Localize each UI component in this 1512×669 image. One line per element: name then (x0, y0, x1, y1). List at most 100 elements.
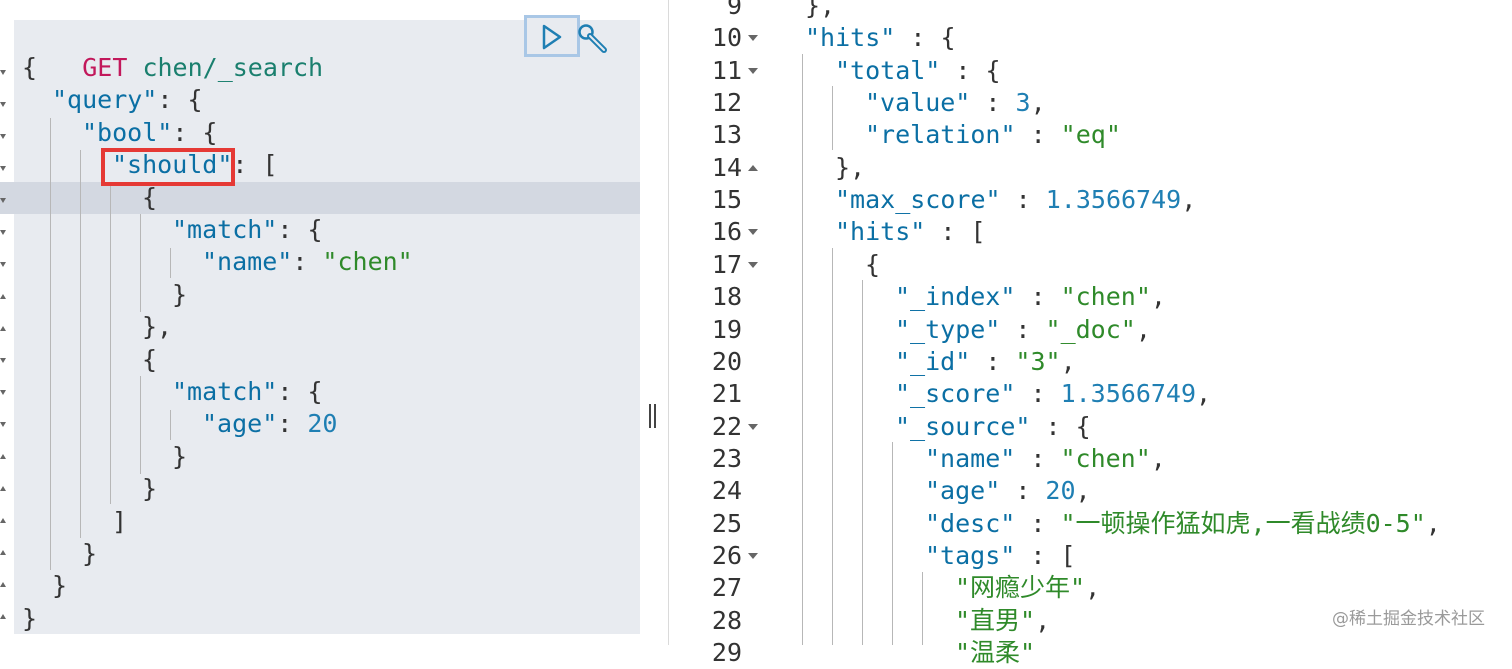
request-code-line[interactable]: { (142, 344, 157, 376)
response-code-line[interactable]: "value" : 3, (865, 87, 1046, 119)
response-code-line[interactable]: "desc" : "一顿操作猛如虎,一看战绩0-5", (925, 508, 1441, 540)
request-code-line[interactable]: } (82, 538, 97, 570)
request-code-line[interactable]: } (142, 473, 157, 505)
json-punctuation: , (1085, 573, 1101, 603)
fold-down-icon[interactable] (0, 70, 8, 76)
request-code-line[interactable]: }, (142, 311, 172, 343)
response-code-line[interactable]: "tags" : [ (925, 540, 1076, 572)
fold-up-icon[interactable] (0, 294, 8, 300)
json-string: "chen" (1060, 443, 1151, 473)
fold-down-icon[interactable] (0, 166, 8, 172)
fold-down-icon[interactable] (0, 358, 8, 364)
request-code-line[interactable]: { (142, 182, 157, 214)
json-punctuation: , (1135, 314, 1151, 344)
indent-guide (170, 410, 171, 440)
fold-up-icon[interactable] (0, 518, 8, 524)
fold-down-icon[interactable] (747, 423, 759, 431)
fold-down-icon[interactable] (0, 422, 8, 428)
response-code-line[interactable]: "age" : 20, (925, 475, 1091, 507)
line-number: 28 (711, 605, 742, 635)
json-punctuation: , (1035, 605, 1051, 635)
fold-up-icon[interactable] (747, 164, 759, 172)
response-code-line[interactable]: "_type" : "_doc", (895, 314, 1151, 346)
fold-up-icon[interactable] (0, 582, 8, 588)
response-code-line[interactable]: "max_score" : 1.3566749, (835, 184, 1196, 216)
fold-down-icon[interactable] (747, 228, 759, 236)
response-code-line[interactable]: "网瘾少年", (955, 572, 1100, 604)
json-number: 1.3566749 (1045, 185, 1182, 215)
json-key: "_id" (895, 346, 971, 376)
request-code-line[interactable]: "bool": { (82, 117, 217, 149)
request-code-line[interactable]: } (22, 603, 37, 635)
line-number: 29 (711, 638, 742, 667)
json-number: 20 (1045, 476, 1076, 506)
request-code-line[interactable]: "age": 20 (202, 408, 337, 440)
request-editor-panel[interactable]: GET chen/_search {"query": {"bool": {"sh… (0, 0, 668, 645)
json-key: "name" (925, 443, 1016, 473)
response-code-line[interactable]: "_id" : "3", (895, 346, 1076, 378)
response-code-line[interactable]: "_score" : 1.3566749, (895, 378, 1211, 410)
play-icon[interactable] (538, 22, 566, 52)
json-punctuation: { (865, 249, 881, 279)
response-code-line[interactable]: "relation" : "eq" (865, 119, 1121, 151)
json-key: "age" (925, 476, 1001, 506)
fold-down-icon[interactable] (0, 262, 8, 268)
request-code-line[interactable]: "match": { (172, 214, 323, 246)
json-punctuation: : { (895, 23, 956, 53)
response-code-line[interactable]: "hits" : { (805, 22, 956, 54)
request-code-line[interactable]: ] (112, 506, 127, 538)
response-code-line[interactable]: "直男", (955, 605, 1050, 637)
panel-resize-handle[interactable] (648, 404, 658, 428)
fold-down-icon[interactable] (747, 261, 759, 269)
fold-down-icon[interactable] (747, 552, 759, 560)
json-punctuation: } (52, 571, 68, 601)
fold-up-icon[interactable] (0, 614, 8, 620)
request-code-line[interactable]: } (172, 279, 187, 311)
request-code-line[interactable]: { (22, 52, 37, 84)
json-punctuation: }, (142, 312, 173, 342)
request-code-line[interactable]: "name": "chen" (202, 246, 413, 278)
response-code-line[interactable]: }, (805, 0, 835, 22)
json-punctuation: : [ (1015, 540, 1076, 570)
fold-up-icon[interactable] (0, 326, 8, 332)
json-punctuation: , (1075, 476, 1091, 506)
response-code-line[interactable]: }, (835, 152, 865, 184)
json-key: "max_score" (835, 185, 1001, 215)
fold-up-icon[interactable] (0, 486, 8, 492)
response-code-line[interactable]: { (865, 249, 880, 281)
response-code-line[interactable]: "温柔" (955, 637, 1035, 669)
fold-up-icon[interactable] (0, 550, 8, 556)
response-code-line[interactable]: "hits" : [ (835, 216, 986, 248)
request-code-line[interactable]: } (52, 570, 67, 602)
line-number: 23 (711, 443, 742, 473)
response-code-line[interactable]: "_index" : "chen", (895, 281, 1166, 313)
fold-down-icon[interactable] (0, 102, 8, 108)
json-punctuation: , (1196, 379, 1212, 409)
json-number: 20 (307, 409, 338, 439)
request-line[interactable]: GET chen/_search (22, 20, 323, 82)
request-code-line[interactable]: } (172, 441, 187, 473)
json-string: "温柔" (955, 638, 1036, 667)
fold-up-icon[interactable] (0, 454, 8, 460)
json-punctuation: , (1150, 443, 1166, 473)
fold-down-icon[interactable] (0, 390, 8, 396)
json-punctuation: : { (172, 117, 218, 147)
fold-down-icon[interactable] (0, 134, 8, 140)
line-number: 27 (711, 573, 742, 603)
fold-down-icon[interactable] (0, 230, 8, 236)
fold-down-icon[interactable] (747, 34, 759, 42)
response-code-line[interactable]: "total" : { (835, 55, 1001, 87)
fold-down-icon[interactable] (0, 198, 8, 204)
indent-guide (802, 54, 803, 645)
json-punctuation: , (1030, 88, 1046, 118)
wrench-icon[interactable] (576, 22, 610, 56)
json-punctuation: : { (1030, 411, 1091, 441)
fold-down-icon[interactable] (747, 67, 759, 75)
json-punctuation: : (1015, 379, 1061, 409)
request-code-line[interactable]: "query": { (52, 84, 203, 116)
json-punctuation: { (142, 344, 158, 374)
json-punctuation: : (277, 409, 308, 439)
response-code-line[interactable]: "_source" : { (895, 411, 1091, 443)
request-code-line[interactable]: "match": { (172, 376, 323, 408)
response-code-line[interactable]: "name" : "chen", (925, 443, 1166, 475)
